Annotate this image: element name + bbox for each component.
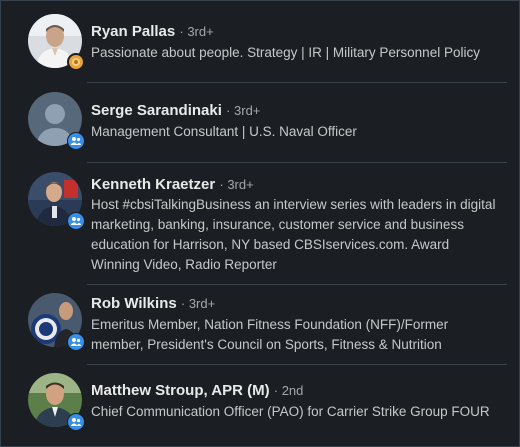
connection-degree: · 2nd [273, 383, 304, 398]
person-name[interactable]: Kenneth Kraetzer [91, 176, 215, 193]
connection-degree: · 3rd+ [179, 24, 214, 39]
list-item[interactable]: Rob Wilkins · 3rd+ Emeritus Member, Nati… [1, 285, 519, 365]
person-headline: Passionate about people. Strategy | IR |… [91, 45, 480, 60]
person-headline: Emeritus Member, Nation Fitness Foundati… [91, 317, 449, 352]
list-item[interactable]: Kenneth Kraetzer · 3rd+ Host #cbsiTalkin… [1, 163, 519, 285]
person-name[interactable]: Matthew Stroup, APR (M) [91, 382, 270, 399]
linkedin-contact-icon [67, 333, 85, 351]
linkedin-contact-icon [67, 132, 85, 150]
person-name[interactable]: Rob Wilkins [91, 295, 177, 312]
people-list: Ryan Pallas · 3rd+ Passionate about peop… [0, 0, 520, 447]
list-item[interactable]: Matthew Stroup, APR (M) · 2nd Chief Comm… [1, 365, 519, 446]
gold-ring-icon [67, 53, 85, 71]
person-headline: Chief Communication Officer (PAO) for Ca… [91, 404, 490, 419]
person-name[interactable]: Serge Sarandinaki [91, 102, 222, 119]
person-headline: Management Consultant | U.S. Naval Offic… [91, 124, 357, 139]
list-item[interactable]: Serge Sarandinaki · 3rd+ Management Cons… [1, 83, 519, 163]
connection-degree: · 3rd+ [226, 103, 261, 118]
person-name[interactable]: Ryan Pallas [91, 23, 175, 40]
person-headline: Host #cbsiTalkingBusiness an interview s… [91, 197, 496, 272]
connection-degree: · 3rd+ [180, 296, 216, 311]
linkedin-contact-icon [67, 413, 85, 431]
connection-degree: · 3rd+ [219, 177, 254, 192]
list-item[interactable]: Ryan Pallas · 3rd+ Passionate about peop… [1, 1, 519, 83]
linkedin-contact-icon [67, 212, 85, 230]
